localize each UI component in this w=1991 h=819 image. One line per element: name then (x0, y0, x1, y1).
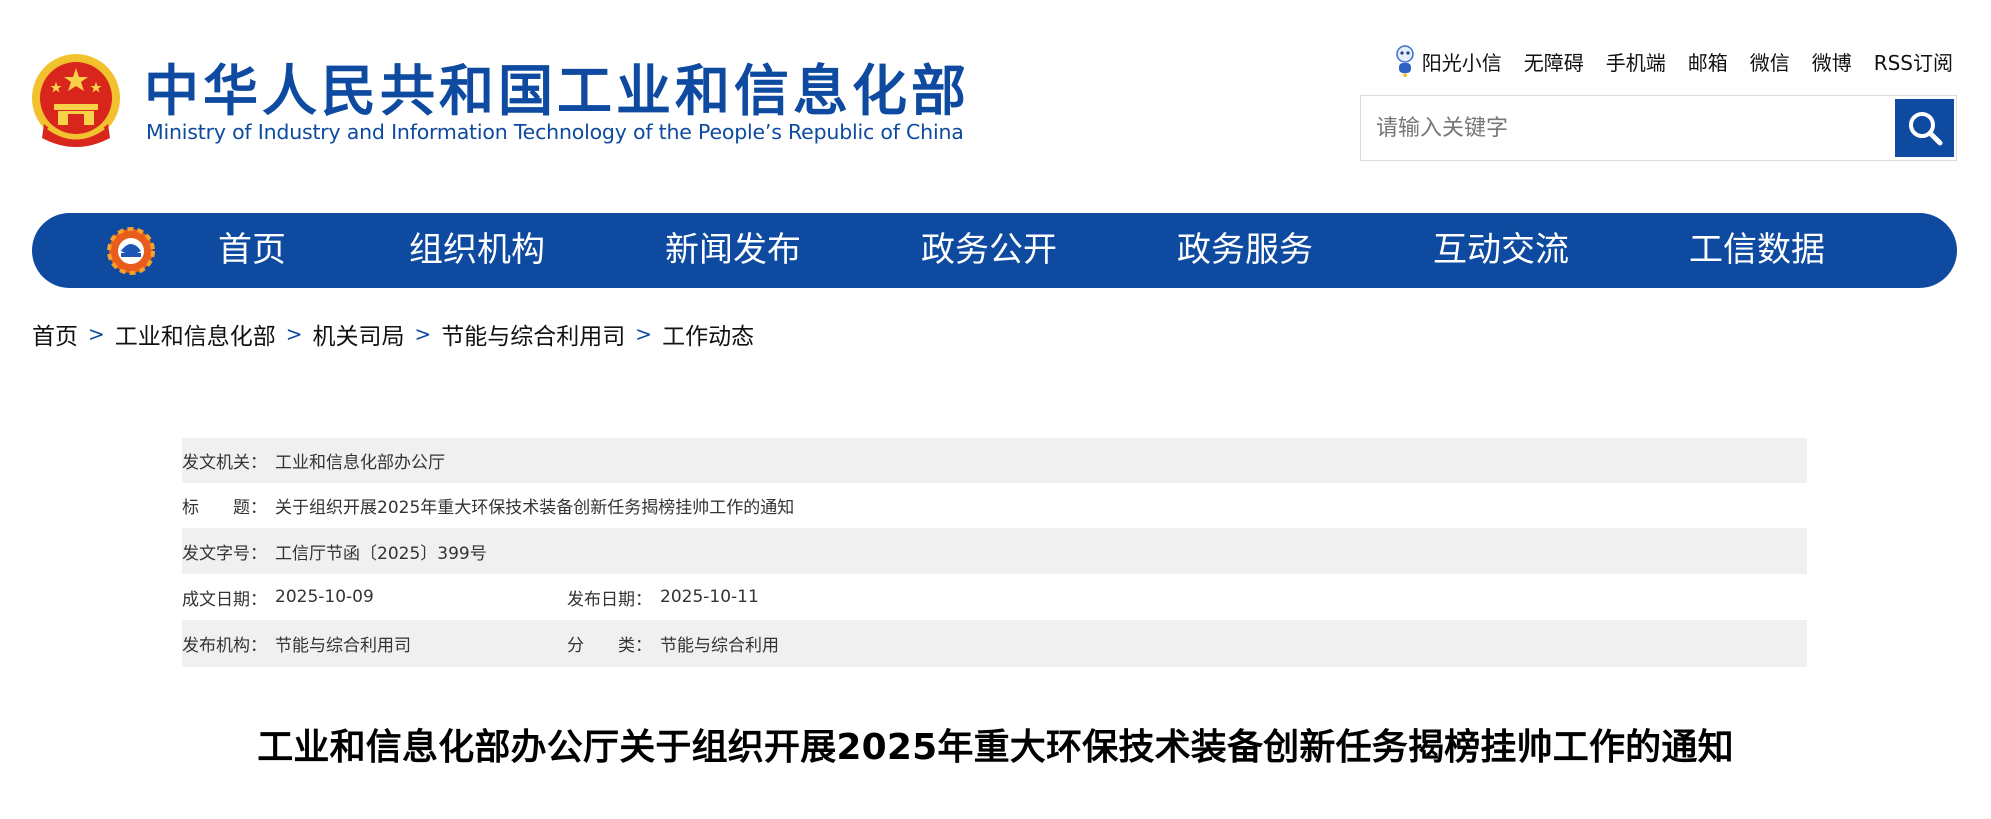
info-row-publisher: 发布机构： 节能与综合利用司 分 类： 节能与综合利用 (182, 620, 1807, 667)
nav-data[interactable]: 工信数据 (1689, 213, 1825, 288)
title-label: 标 题： (182, 498, 267, 518)
top-links: 阳光小信 无障碍 手机端 邮箱 微信 微博 RSS订阅 (1394, 44, 1953, 78)
issuer-label: 发文机关： (182, 453, 267, 473)
toplink-sunshine[interactable]: 阳光小信 (1394, 44, 1502, 78)
breadcrumb-energy-dept[interactable]: 节能与综合利用司 (441, 317, 625, 351)
toplink-weibo[interactable]: 微博 (1812, 47, 1852, 76)
info-row-doc-number: 发文字号： 工信厅节函〔2025〕399号 (182, 528, 1807, 574)
title-value: 关于组织开展2025年重大环保技术装备创新任务揭榜挂帅工作的通知 (275, 498, 795, 518)
nav-home[interactable]: 首页 (218, 213, 286, 288)
toplink-accessibility[interactable]: 无障碍 (1524, 47, 1584, 76)
breadcrumb-home[interactable]: 首页 (32, 317, 78, 351)
category-value: 节能与综合利用 (660, 636, 779, 656)
toplink-mobile[interactable]: 手机端 (1606, 47, 1666, 76)
site-subtitle: Ministry of Industry and Information Tec… (146, 120, 964, 144)
miit-logo-icon (107, 227, 155, 275)
breadcrumb-separator: > (635, 322, 653, 346)
nav-government-services[interactable]: 政务服务 (1177, 213, 1313, 288)
main-nav: 首页 组织机构 新闻发布 政务公开 政务服务 互动交流 工信数据 (32, 213, 1957, 288)
article-title: 工业和信息化部办公厅关于组织开展2025年重大环保技术装备创新任务揭榜挂帅工作的… (257, 727, 1734, 768)
document-info-table: 发文机关： 工业和信息化部办公厅 标 题： 关于组织开展2025年重大环保技术装… (182, 438, 1807, 667)
publisher-label: 发布机构： (182, 636, 267, 656)
nav-organization[interactable]: 组织机构 (409, 213, 545, 288)
toplink-label: 阳光小信 (1421, 50, 1502, 75)
breadcrumb-work-news[interactable]: 工作动态 (662, 317, 754, 351)
breadcrumb-ministry[interactable]: 工业和信息化部 (115, 317, 276, 351)
search-button[interactable] (1895, 99, 1954, 157)
site-title: 中华人民共和国工业和信息化部 (144, 59, 971, 123)
issuer-value: 工业和信息化部办公厅 (275, 453, 445, 473)
national-emblem-icon[interactable] (30, 52, 122, 152)
created-date-value: 2025-10-09 (275, 587, 374, 607)
published-date-label: 发布日期： (567, 589, 652, 610)
publisher-value: 节能与综合利用司 (275, 636, 411, 656)
toplink-mail[interactable]: 邮箱 (1688, 47, 1728, 76)
published-date-value: 2025-10-11 (660, 587, 759, 607)
toplink-rss[interactable]: RSS订阅 (1874, 47, 1953, 76)
breadcrumb-separator: > (414, 322, 432, 346)
info-row-title: 标 题： 关于组织开展2025年重大环保技术装备创新任务揭榜挂帅工作的通知 (182, 483, 1807, 528)
breadcrumb-separator: > (285, 322, 303, 346)
robot-icon (1395, 45, 1414, 77)
breadcrumb-departments[interactable]: 机关司局 (313, 317, 405, 351)
doc-number-label: 发文字号： (182, 543, 267, 564)
nav-government-affairs[interactable]: 政务公开 (921, 213, 1057, 288)
info-row-issuer: 发文机关： 工业和信息化部办公厅 (182, 438, 1807, 483)
info-row-dates: 成文日期： 2025-10-09 发布日期： 2025-10-11 (182, 574, 1807, 620)
search-box (1360, 95, 1957, 161)
breadcrumb-separator: > (88, 322, 105, 346)
toplink-wechat[interactable]: 微信 (1750, 47, 1790, 76)
nav-news[interactable]: 新闻发布 (665, 213, 801, 288)
search-icon (1908, 112, 1942, 146)
category-label: 分 类： (567, 636, 652, 656)
nav-interaction[interactable]: 互动交流 (1433, 213, 1569, 288)
created-date-label: 成文日期： (182, 589, 267, 610)
breadcrumb: 首页 > 工业和信息化部 > 机关司局 > 节能与综合利用司 > 工作动态 (32, 316, 754, 352)
doc-number-value: 工信厅节函〔2025〕399号 (275, 543, 487, 564)
search-input[interactable] (1361, 96, 1893, 160)
